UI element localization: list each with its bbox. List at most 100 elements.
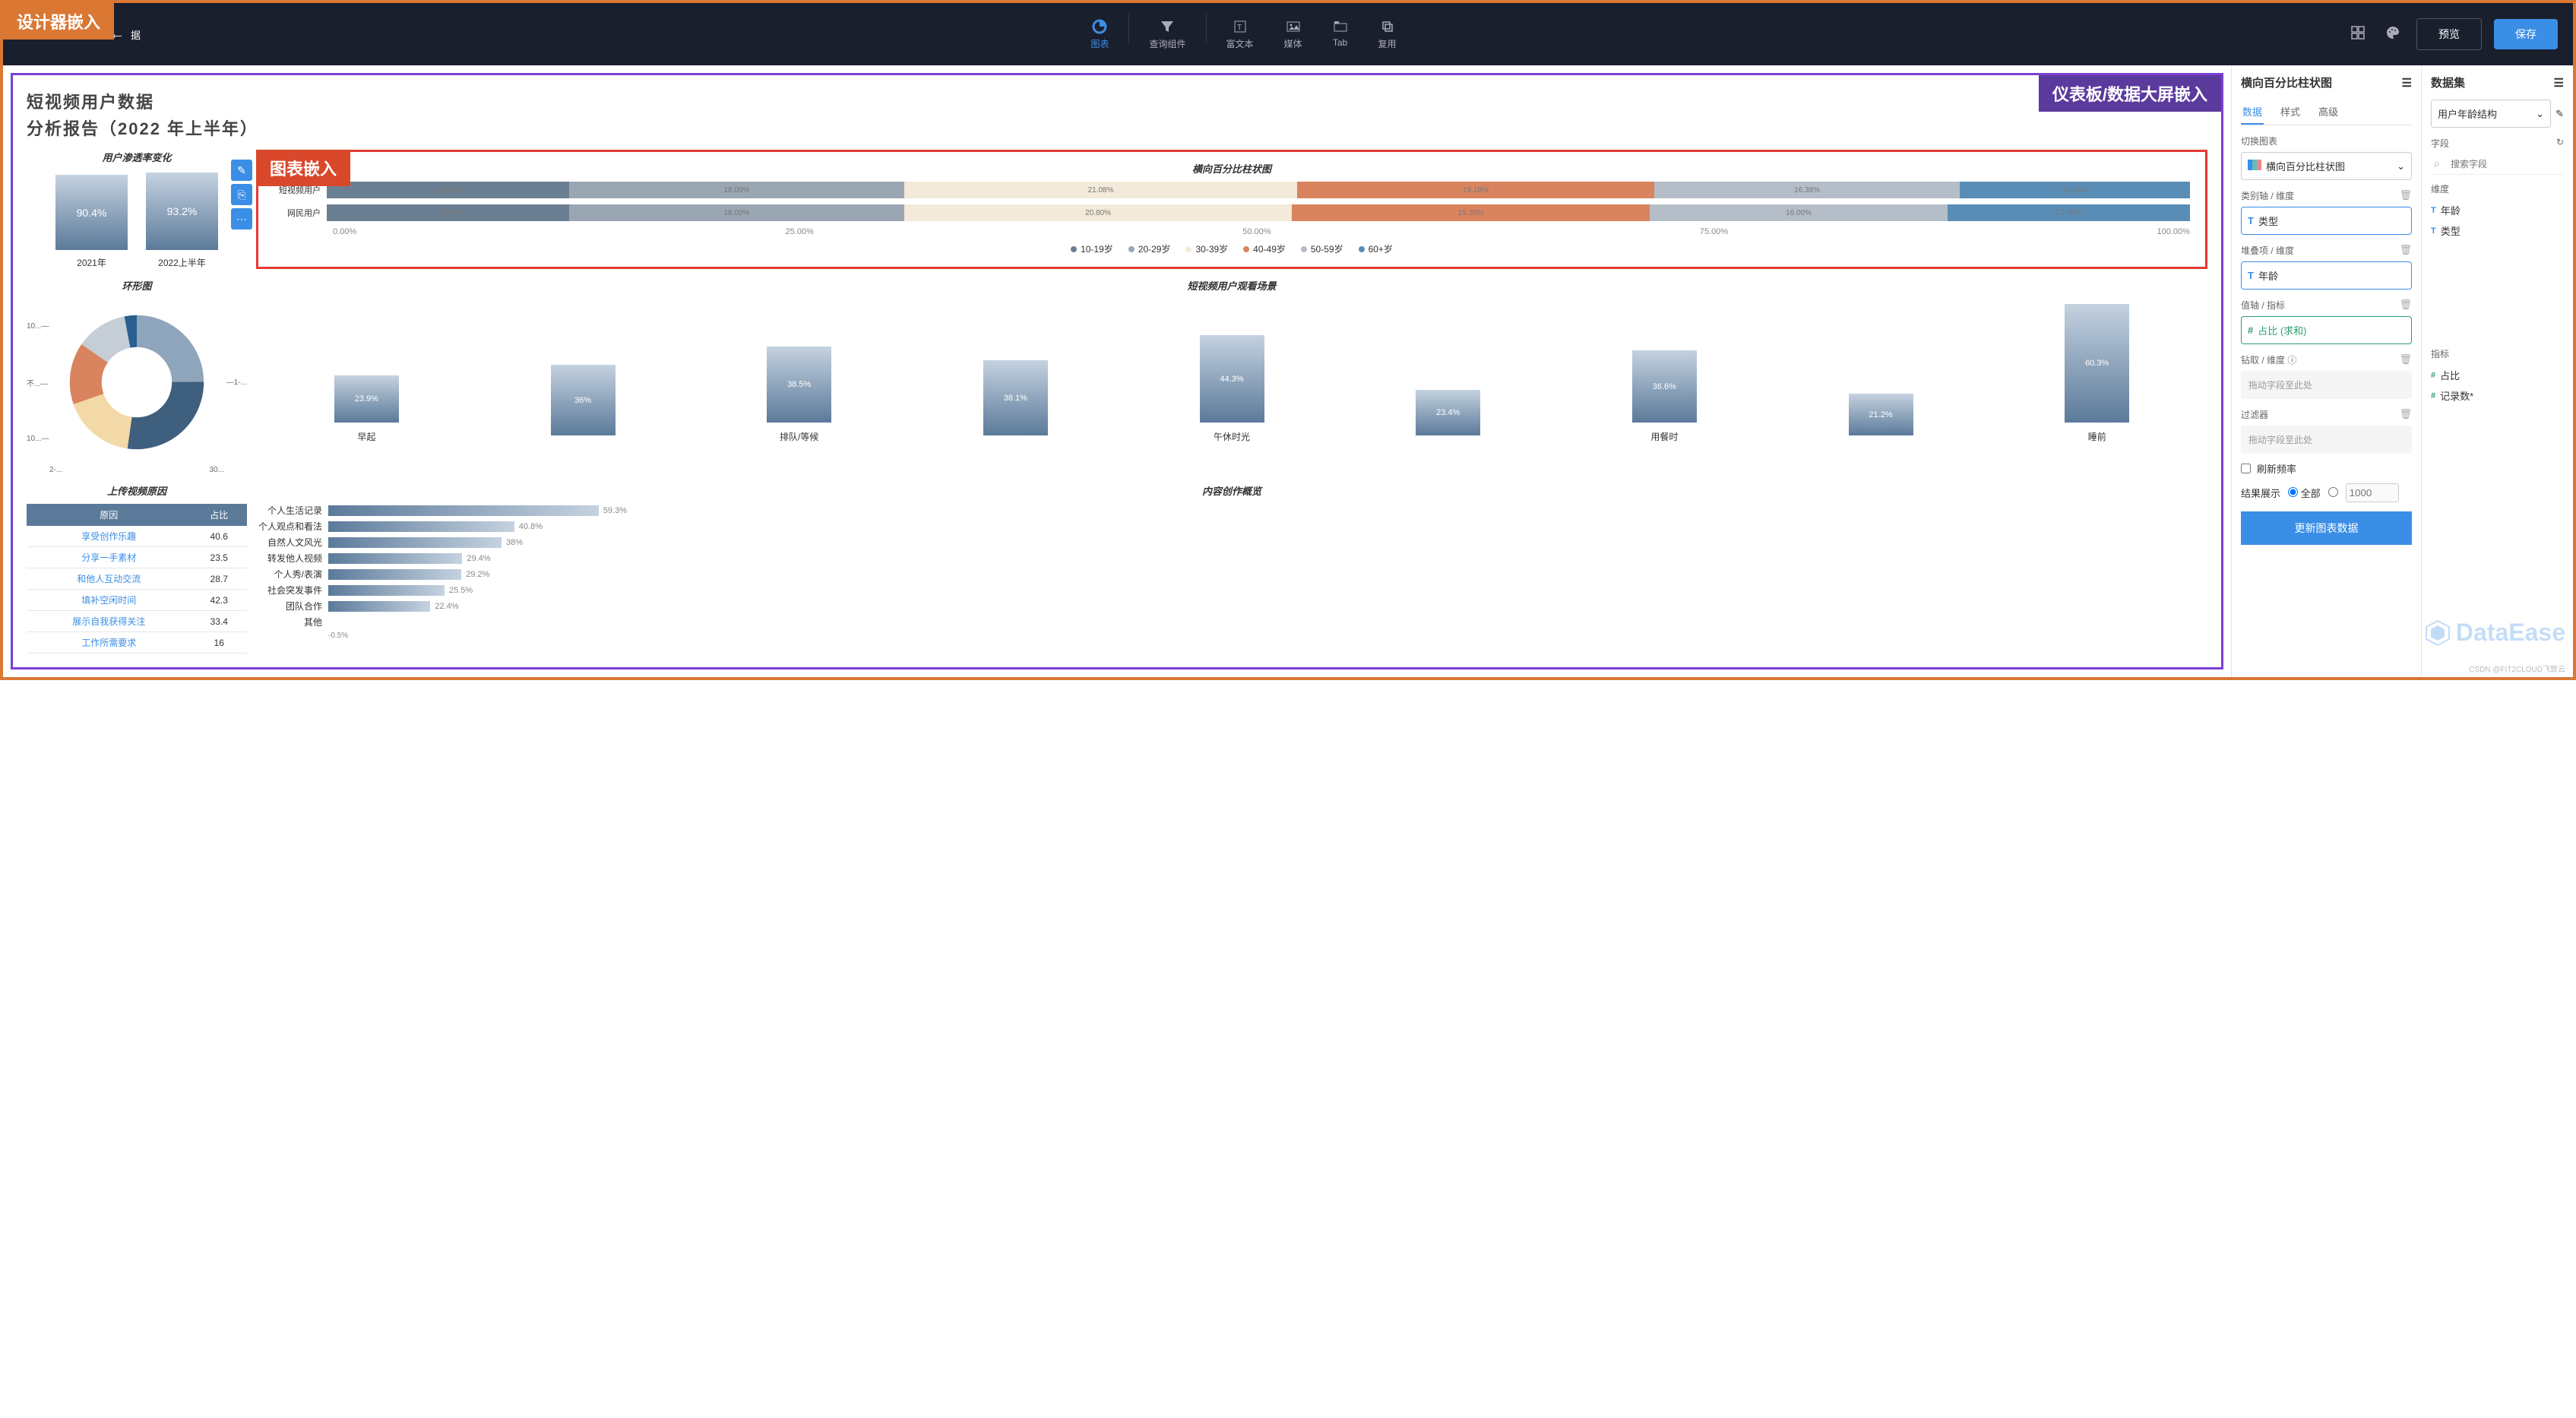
scenes-chart-card[interactable]: 短视频用户观看场景 23.9%早起36%38.5%排队/等候38.1%44.3%… [256,278,2207,474]
image-icon [1286,19,1301,34]
stack-field-pill[interactable]: T年龄 [2241,261,2412,290]
table-row: 展示自我获得关注33.4 [27,611,247,632]
preview-button[interactable]: 预览 [2416,18,2482,50]
donut-svg [57,299,217,466]
tab-style[interactable]: 样式 [2279,100,2302,125]
menu-chart[interactable]: 图表 [1077,13,1122,56]
legend-item: 10-19岁 [1071,242,1113,255]
legend-item: 50-59岁 [1301,242,1343,255]
content-row: 个人观点和看法40.8% [256,520,2207,533]
update-chart-button[interactable]: 更新图表数据 [2241,511,2412,545]
chart-pie-icon [1092,19,1107,34]
delete-icon[interactable]: 🗑 [2399,299,2412,312]
annotation-dashboard-embed: 仪表板/数据大屏嵌入 [2039,75,2221,112]
metric-field[interactable]: #记录数* [2431,385,2564,406]
result-custom-radio[interactable] [2328,487,2338,499]
component-type-menu: 图表 查询组件 T富文本 媒体 Tab 复用 [1077,13,1410,56]
menu-icon[interactable]: ☰ [2402,76,2412,90]
legend-item: 20-29岁 [1128,242,1171,255]
refresh-icon[interactable]: ↻ [2556,137,2564,150]
refresh-checkbox[interactable] [2241,464,2251,473]
filter-drop-zone[interactable]: 拖动字段至此处 [2241,426,2412,454]
edit-icon[interactable]: ✎ [2555,108,2564,120]
menu-query[interactable]: 查询组件 [1135,13,1199,56]
chevron-down-icon: ⌄ [2397,160,2405,173]
delete-icon[interactable]: 🗑 [2399,244,2412,257]
text-type-icon: T [2248,270,2254,281]
info-icon[interactable]: ⓘ [2287,355,2296,366]
text-type-icon: T [2248,215,2254,226]
content-row: 自然人文风光38% [256,536,2207,549]
legend-item: 60+岁 [1359,242,1393,255]
top-toolbar: ← 据 图表 查询组件 T富文本 媒体 Tab 复用 预览 保存 [3,3,2573,65]
donut-chart-card[interactable]: 环形图 10...—不...—10...— —1-.. [27,278,247,474]
scene-bar: 36% [480,365,686,444]
stacked-row: 网民用户13.00%18.00%20.80%19.20%16.00%13.00% [274,204,2190,221]
dataset-select[interactable]: 用户年龄结构⌄ [2431,100,2551,128]
menu-richtext[interactable]: T富文本 [1213,13,1267,56]
link-handle-icon[interactable]: ⎘ [231,184,252,205]
text-icon: T [1233,19,1248,34]
scene-bar: 36.6%用餐时 [1562,350,1767,443]
delete-icon[interactable]: 🗑 [2399,408,2412,421]
penetration-bar: 93.2%2022上半年 [146,173,218,270]
legend-item: 30-39岁 [1185,242,1228,255]
stacked-row: 短视频用户13.00%18.00%21.08%19.18%16.38%12.36… [274,182,2190,198]
svg-text:T: T [1237,24,1242,32]
chart-config-panel: 横向百分比柱状图 ☰ 数据 样式 高级 切换图表 横向百分比柱状图⌄ 类别轴 /… [2231,65,2421,677]
result-count-input[interactable] [2346,483,2399,502]
dimension-field[interactable]: T年龄 [2431,200,2564,220]
config-panel-title: 横向百分比柱状图 [2241,74,2332,90]
footer-attribution: CSDN @FIT2CLOUD飞致云 [2469,663,2565,674]
scene-bar: 44.3%午休时光 [1129,335,1335,443]
content-row: 个人生活记录59.3% [256,504,2207,517]
content-row: 个人秀/表演29.2% [256,568,2207,581]
palette-icon[interactable] [2381,21,2404,48]
content-overview-chart-card[interactable]: 内容创作概览 个人生活记录59.3%个人观点和看法40.8%自然人文风光38%转… [256,483,2207,654]
penetration-bar: 90.4%2021年 [55,175,128,269]
annotation-designer-embed: 设计器嵌入 [3,3,114,40]
metric-field[interactable]: #占比 [2431,365,2564,385]
value-field-pill[interactable]: #占比 (求和) [2241,316,2412,344]
layout-icon[interactable] [2347,21,2369,48]
scene-bar: 38.1% [913,360,1119,443]
content-row: 团队合作22.4% [256,600,2207,612]
annotation-chart-embed: 图表嵌入 [256,150,350,186]
delete-icon[interactable]: 🗑 [2399,189,2412,202]
stacked-percent-chart-card[interactable]: 图表嵌入 ✎ ⎘ ⋯ 横向百分比柱状图 短视频用户13.00%18.00%21.… [256,150,2207,269]
menu-reuse[interactable]: 复用 [1365,13,1410,56]
result-all-radio[interactable]: 全部 [2288,486,2321,500]
selection-handles: ✎ ⎘ ⋯ [231,160,252,229]
field-search-input[interactable] [2431,154,2564,175]
menu-tab[interactable]: Tab [1319,13,1362,56]
chart-type-select[interactable]: 横向百分比柱状图⌄ [2241,152,2412,180]
dataset-panel: 数据集☰ 用户年龄结构⌄ ✎ 字段↻ 维度 T年龄T类型 指标 #占比#记录数*… [2421,65,2573,677]
table-row: 填补空闲时间42.3 [27,590,247,611]
breadcrumb-fragment: 据 [131,27,141,42]
menu-media[interactable]: 媒体 [1271,13,1316,56]
tab-advanced[interactable]: 高级 [2317,100,2340,125]
content-row: 其他 [256,616,2207,628]
penetration-chart-card[interactable]: 用户渗透率变化 90.4%2021年93.2%2022上半年 [27,150,247,269]
copy-icon [1380,19,1395,34]
stacked-bar-icon [2248,160,2261,170]
upload-reason-table-card[interactable]: 上传视频原因 原因占比 享受创作乐趣40.6分享一手素材23.5和他人互动交流2… [27,483,247,654]
more-handle-icon[interactable]: ⋯ [231,208,252,229]
drill-drop-zone[interactable]: 拖动字段至此处 [2241,371,2412,399]
content-row: 转发他人视频29.4% [256,552,2207,565]
filter-icon [1160,19,1175,34]
category-field-pill[interactable]: T类型 [2241,207,2412,235]
watermark: DataEase [2424,619,2565,647]
scene-bar: 21.2% [1778,394,1984,443]
table-row: 享受创作乐趣40.6 [27,526,247,547]
edit-handle-icon[interactable]: ✎ [231,160,252,181]
delete-icon[interactable]: 🗑 [2399,353,2412,366]
content-row: 社会突发事件25.5% [256,584,2207,597]
menu-icon[interactable]: ☰ [2554,76,2564,90]
dashboard-canvas[interactable]: 仪表板/数据大屏嵌入 短视频用户数据 分析报告（2022 年上半年） 用户渗透率… [11,73,2223,669]
dimension-field[interactable]: T类型 [2431,220,2564,241]
scene-bar: 23.4% [1345,390,1551,444]
number-type-icon: # [2248,324,2253,336]
save-button[interactable]: 保存 [2494,19,2558,49]
tab-data[interactable]: 数据 [2241,100,2264,125]
